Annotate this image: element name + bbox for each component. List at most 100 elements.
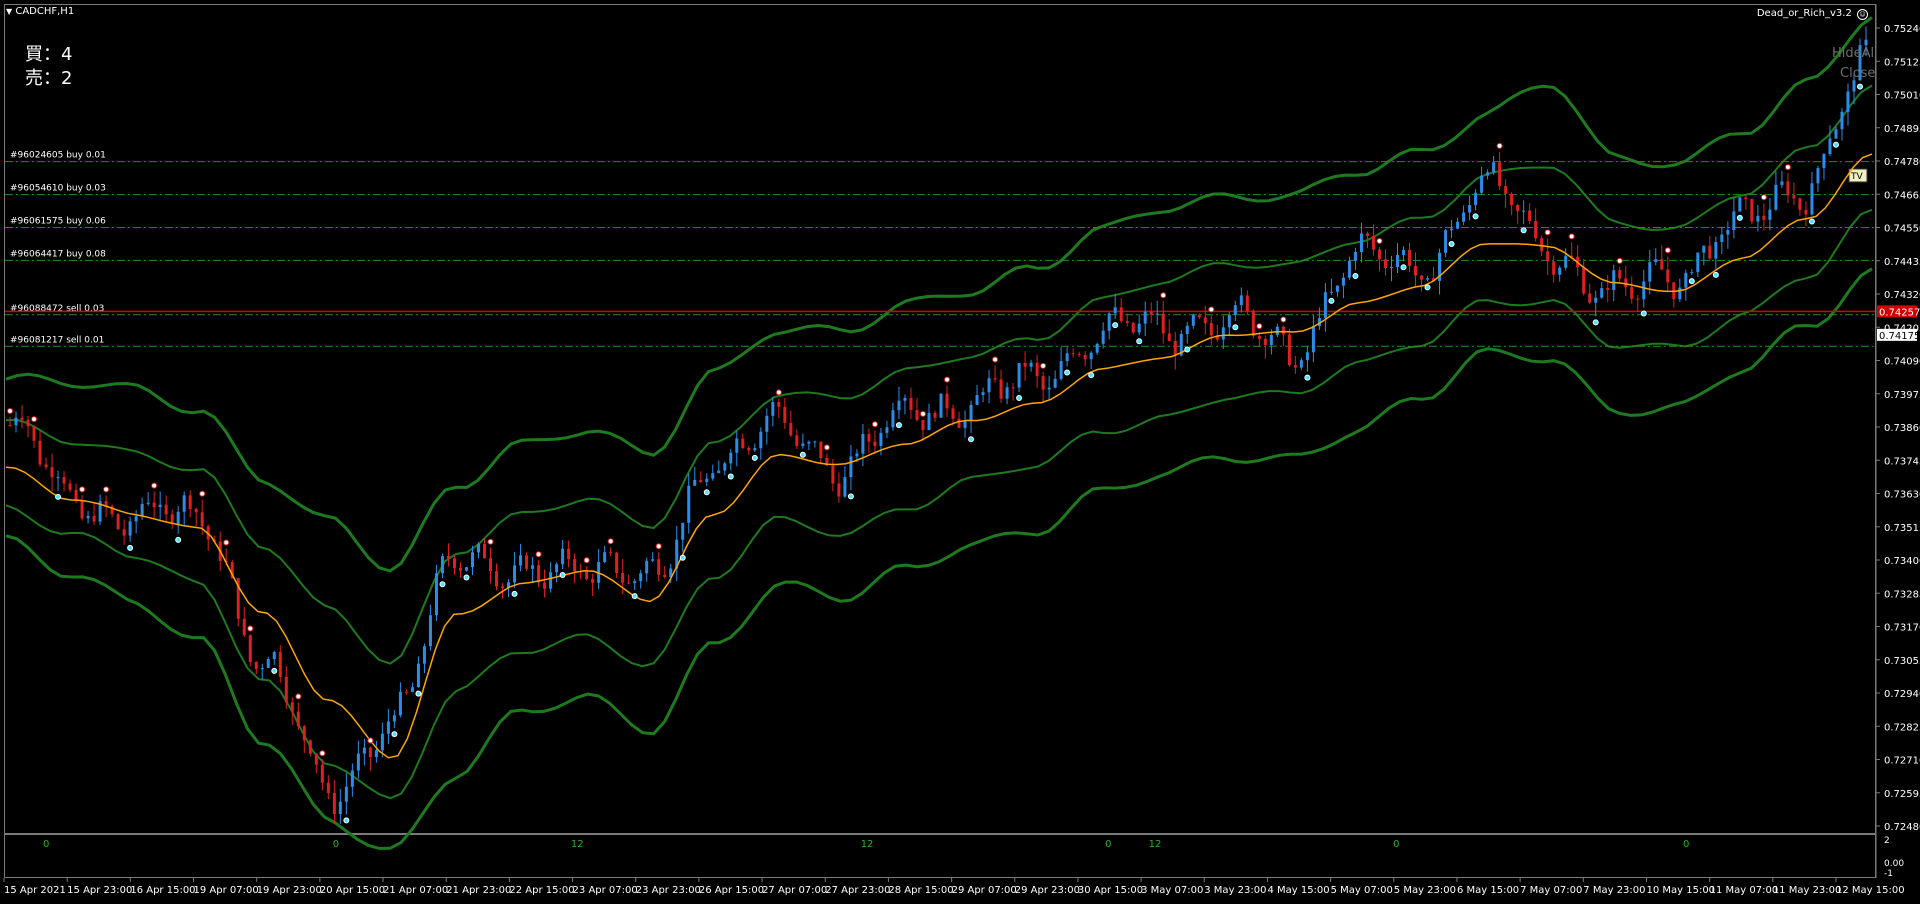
candle-body (1426, 278, 1430, 280)
candle-body (1540, 238, 1544, 252)
order-lines: #96024605 buy 0.01 #96054610 buy 0.03 #960… (5, 151, 1920, 347)
buy-count-label: 買：4 (25, 44, 73, 65)
candle-body (1528, 210, 1532, 221)
candle-body (1816, 168, 1820, 184)
trade-marker (1640, 310, 1647, 317)
price-axis: 0.75240 0.75125 0.75010 0.74895 0.74780 0.746… (1876, 24, 1920, 833)
candle-body (1606, 288, 1610, 290)
trade-marker (1088, 372, 1095, 379)
price-tick-label: 0.74205 (1884, 323, 1920, 334)
candle-body (1365, 233, 1369, 236)
candle-body (1287, 334, 1291, 366)
candle-body (1245, 295, 1249, 311)
price-tick-label: 0.73515 (1884, 523, 1920, 534)
sub-window-marker: 12 (1149, 839, 1162, 850)
candle-body (915, 409, 919, 421)
candle-body (1510, 193, 1514, 205)
candle-body (759, 431, 763, 449)
candle-body (1137, 323, 1141, 333)
time-tick-label: 4 May 15:00 (1267, 885, 1329, 896)
dropdown-arrow-icon[interactable]: ▼ (6, 7, 12, 16)
candle-body (1564, 255, 1568, 268)
candle-body (1678, 287, 1682, 300)
candle-body (561, 548, 565, 565)
trade-marker (919, 410, 926, 417)
symbol-timeframe-label: CADCHF,H1 (15, 6, 75, 17)
candle-body (657, 559, 661, 575)
chart-window[interactable]: #96024605 buy 0.01 #96054610 buy 0.03 #960… (0, 0, 1920, 900)
trade-marker (823, 444, 830, 451)
candle-body (1504, 186, 1508, 194)
candle-body (765, 415, 769, 432)
trade-marker (751, 454, 758, 461)
price-tick-label: 0.74895 (1884, 124, 1920, 135)
candle-body (1684, 272, 1688, 288)
candle-body (1726, 230, 1730, 235)
candle-body (549, 572, 553, 589)
time-tick-label: 11 May 07:00 (1710, 885, 1779, 896)
candle-body (1810, 183, 1814, 215)
trade-marker (487, 538, 494, 545)
close-button[interactable]: Close (1840, 66, 1875, 81)
candle-body (1786, 181, 1790, 196)
candle-body (80, 500, 84, 519)
candle-body (242, 618, 246, 636)
candle-body (326, 782, 330, 794)
candle-body (867, 433, 871, 442)
candle-body (933, 412, 937, 418)
candle-body (1377, 249, 1381, 260)
candle-body (1107, 313, 1111, 331)
candle-body (1383, 259, 1387, 268)
candle-body (603, 552, 607, 563)
trade-marker (968, 436, 975, 443)
candle-body (723, 463, 727, 471)
sub-window-marker: 12 (571, 839, 584, 850)
candle-body (663, 574, 667, 577)
time-tick-label: 22 Apr 15:00 (509, 885, 574, 896)
trade-marker (1376, 237, 1383, 244)
price-chart[interactable]: #96024605 buy 0.01 #96054610 buy 0.03 #960… (0, 0, 1920, 900)
candle-body (687, 485, 691, 523)
sub-window-indicator: 0 0 12 12 0 12 0 0 2 0.00-1 (43, 836, 1904, 879)
symbol-title[interactable]: ▼ CADCHF,H1 (6, 6, 74, 17)
candle-body (8, 425, 12, 426)
candle-body (92, 515, 96, 522)
price-tick-label: 0.73630 (1884, 490, 1920, 501)
candle-body (783, 406, 787, 423)
candle-body (1071, 353, 1075, 355)
candle-body (1792, 195, 1796, 199)
candle-body (1047, 387, 1051, 390)
candle-body (116, 514, 120, 530)
candle-body (885, 427, 889, 433)
price-tick-label: 0.75010 (1884, 91, 1920, 102)
candle-body (939, 393, 943, 418)
trade-marker (1832, 141, 1839, 148)
candle-body (1450, 228, 1454, 231)
trade-marker (199, 490, 206, 497)
candle-body (458, 567, 462, 571)
candle-body (1666, 269, 1670, 283)
price-tick-label: 0.72480 (1884, 822, 1920, 833)
candle-body (1053, 378, 1057, 388)
hide-all-button[interactable]: HideAll (1832, 46, 1878, 61)
sub-window-marker: 0 (1105, 839, 1111, 850)
trade-marker (1208, 306, 1215, 313)
trade-marker (1328, 297, 1335, 304)
candle-body (32, 426, 36, 441)
candle-body (176, 511, 180, 525)
trade-marker (1568, 233, 1575, 240)
time-tick-label: 29 Apr 23:00 (1015, 885, 1080, 896)
trade-marker (1304, 374, 1311, 381)
trade-marker (559, 572, 566, 579)
candle-body (909, 397, 913, 410)
time-tick-label: 16 Apr 15:00 (130, 885, 195, 896)
price-tick-label: 0.73055 (1884, 656, 1920, 667)
candle-body (260, 667, 264, 670)
price-tick-label: 0.75125 (1884, 57, 1920, 68)
expert-title[interactable]: Dead_or_Rich_v3.2 ☺ (1757, 8, 1868, 20)
order-line-label: #96064417 buy 0.08 (10, 249, 106, 259)
time-tick-label: 30 Apr 15:00 (1078, 885, 1143, 896)
time-tick-label: 12 May 15:00 (1836, 885, 1905, 896)
sub-window-marker: 0 (43, 839, 49, 850)
candle-body (1834, 129, 1838, 139)
